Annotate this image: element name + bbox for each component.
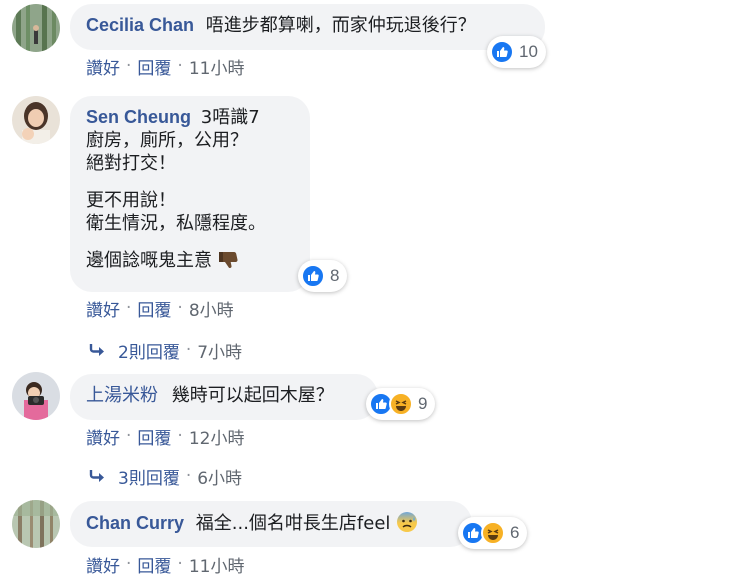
- reaction-summary[interactable]: 8: [298, 260, 348, 292]
- reply-link[interactable]: 回覆: [137, 54, 171, 79]
- like-link[interactable]: 讚好: [86, 54, 120, 79]
- reaction-count: 9: [418, 394, 428, 413]
- comment-line: 廚房，廁所，公用？: [86, 130, 248, 151]
- comment-text: 唔進步都算喇，而家仲玩退後行？: [205, 15, 476, 36]
- comment-actions: 讚好 · 回覆 · 8小時: [86, 296, 234, 321]
- comment-actions: 讚好 · 回覆 · 12小時: [86, 424, 245, 449]
- comment-text: 幾時可以起回木屋？: [171, 385, 334, 406]
- avatar-soup-noodle[interactable]: [12, 372, 60, 420]
- avatar-chan-curry[interactable]: [12, 500, 60, 548]
- commenter-name[interactable]: Chan Curry: [86, 513, 184, 533]
- comment-bubble: Cecilia Chan 唔進步都算喇，而家仲玩退後行？: [70, 4, 545, 50]
- reply-link[interactable]: 回覆: [137, 296, 171, 321]
- like-reaction-icon: [301, 264, 325, 288]
- timestamp[interactable]: 8小時: [189, 296, 234, 321]
- thumbs-down-emoji-icon: [218, 250, 240, 276]
- separator-dot: ·: [177, 426, 183, 446]
- comment-bubble: Sen Cheung 3唔識7 廚房，廁所，公用？ 絕對打交！ 更不用說！ 衛生…: [70, 96, 310, 292]
- timestamp[interactable]: 11小時: [189, 54, 245, 79]
- timestamp[interactable]: 6小時: [197, 464, 242, 489]
- reply-arrow-icon: [89, 470, 104, 482]
- replies-count-link[interactable]: 3則回覆: [118, 464, 180, 489]
- separator-dot: ·: [185, 466, 192, 486]
- separator-dot: ·: [126, 554, 132, 574]
- view-replies[interactable]: 2則回覆 · 7小時: [88, 338, 242, 363]
- separator-dot: ·: [185, 340, 192, 360]
- commenter-name[interactable]: Sen Cheung: [86, 107, 191, 127]
- commenter-badge: 3唔識7: [200, 107, 260, 128]
- reaction-count: 8: [330, 266, 340, 285]
- reaction-count: 6: [510, 523, 520, 542]
- like-link[interactable]: 讚好: [86, 424, 120, 449]
- timestamp[interactable]: 11小時: [189, 552, 245, 576]
- timestamp[interactable]: 7小時: [197, 338, 242, 363]
- comment-bubble: 上湯米粉 幾時可以起回木屋？: [70, 374, 378, 420]
- reaction-summary[interactable]: 6: [458, 517, 528, 549]
- like-link[interactable]: 讚好: [86, 552, 120, 576]
- comment-line: 絕對打交！: [86, 153, 176, 174]
- separator-dot: ·: [177, 298, 183, 318]
- separator-dot: ·: [126, 298, 132, 318]
- avatar-cecilia-chan[interactable]: [12, 4, 60, 52]
- view-replies[interactable]: 3則回覆 · 6小時: [88, 464, 242, 489]
- avatar-sen-cheung[interactable]: [12, 96, 60, 144]
- commenter-name[interactable]: 上湯米粉: [86, 385, 158, 405]
- comment-line: 衛生情況，私隱程度。: [86, 213, 266, 234]
- comment-bubble: Chan Curry 福全...個名咁長生店feel: [70, 501, 472, 547]
- reaction-summary[interactable]: 9: [366, 388, 436, 420]
- comment-line: 更不用說！: [86, 190, 176, 211]
- reply-link[interactable]: 回覆: [137, 424, 171, 449]
- comment-actions: 讚好 · 回覆 · 11小時: [86, 552, 245, 576]
- haha-reaction-icon: [389, 392, 413, 416]
- separator-dot: ·: [126, 56, 132, 76]
- reply-link[interactable]: 回覆: [137, 552, 171, 576]
- reply-arrow-icon: [89, 344, 104, 356]
- reaction-summary[interactable]: 10: [487, 36, 546, 68]
- replies-count-link[interactable]: 2則回覆: [118, 338, 180, 363]
- separator-dot: ·: [177, 554, 183, 574]
- timestamp[interactable]: 12小時: [189, 424, 245, 449]
- commenter-name[interactable]: Cecilia Chan: [86, 15, 194, 35]
- separator-dot: ·: [177, 56, 183, 76]
- anxious-sweat-emoji-icon: [396, 511, 418, 539]
- comment-line: 邊個諗嘅鬼主意: [86, 250, 212, 271]
- separator-dot: ·: [126, 426, 132, 446]
- like-reaction-icon: [490, 40, 514, 64]
- comment-actions: 讚好 · 回覆 · 11小時: [86, 54, 245, 79]
- haha-reaction-icon: [481, 521, 505, 545]
- comment-text: 福全...個名咁長生店feel: [195, 513, 391, 534]
- reaction-count: 10: [519, 42, 538, 61]
- like-link[interactable]: 讚好: [86, 296, 120, 321]
